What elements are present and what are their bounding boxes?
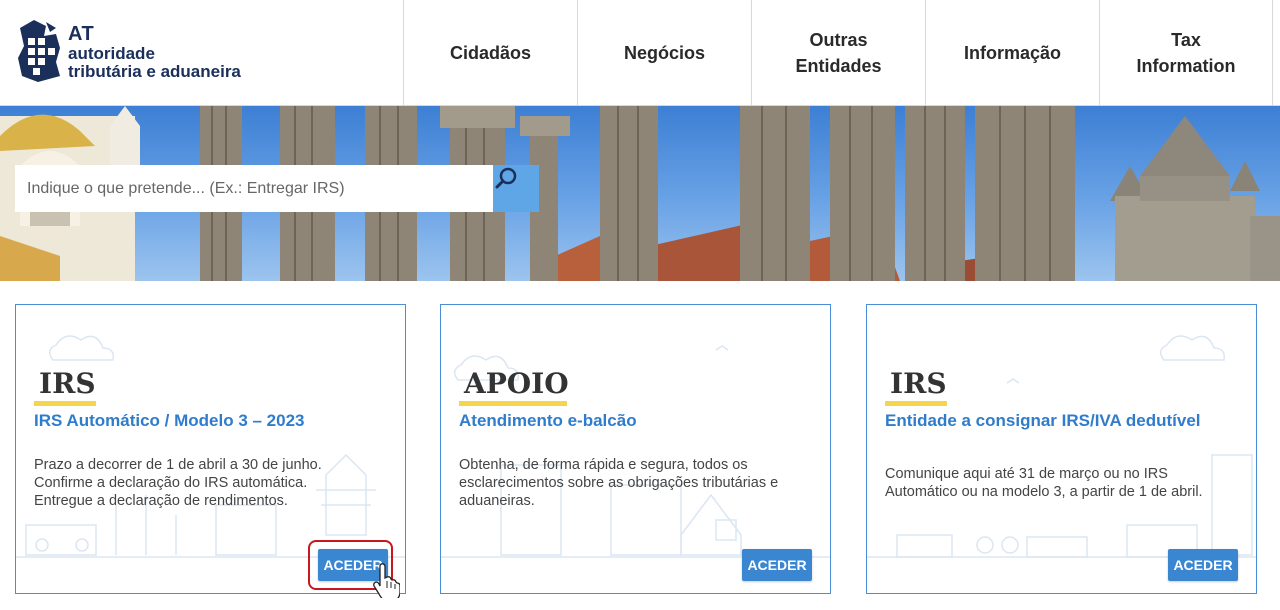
search-icon bbox=[495, 167, 517, 189]
nav-item-label: Tax Information bbox=[1136, 29, 1236, 76]
nav-item-label: Outras Entidades bbox=[795, 29, 882, 76]
hand-cursor-icon bbox=[373, 563, 400, 598]
card-description: Obtenha, de forma rápida e segura, todos… bbox=[459, 457, 779, 510]
card-tag: IRS bbox=[890, 367, 947, 400]
coat-of-arms-icon bbox=[18, 20, 60, 82]
brand-line-2: tributária e aduaneira bbox=[68, 62, 241, 81]
card-title[interactable]: IRS Automático / Modelo 3 – 2023 bbox=[34, 411, 305, 431]
nav-item-tax-information[interactable]: Tax Information bbox=[1099, 0, 1273, 106]
brand-abbr: AT bbox=[68, 23, 95, 45]
card-title[interactable]: Atendimento e-balcão bbox=[459, 411, 637, 431]
search-input[interactable] bbox=[15, 165, 493, 212]
brand-line-1: autoridade bbox=[68, 44, 155, 63]
site-header: AT autoridade tributária e aduaneira Cid… bbox=[0, 0, 1280, 106]
logo[interactable]: AT autoridade tributária e aduaneira bbox=[16, 16, 276, 88]
card-tag: IRS bbox=[39, 367, 96, 400]
main-nav: Cidadãos Negócios Outras Entidades Infor… bbox=[403, 0, 1273, 106]
nav-item-negocios[interactable]: Negócios bbox=[577, 0, 751, 106]
hero-banner bbox=[0, 106, 1280, 281]
aceder-button[interactable]: ACEDER bbox=[1168, 549, 1238, 581]
nav-item-outras-entidades[interactable]: Outras Entidades bbox=[751, 0, 925, 106]
card-description: Comunique aqui até 31 de março ou no IRS… bbox=[885, 466, 1203, 501]
aceder-button[interactable]: ACEDER bbox=[742, 549, 812, 581]
brand-text: AT autoridade tributária e aduaneira bbox=[68, 24, 241, 80]
card-title[interactable]: Entidade a consignar IRS/IVA dedutível bbox=[885, 411, 1201, 431]
card-entidade-consignar: IRS Entidade a consignar IRS/IVA dedutív… bbox=[866, 304, 1257, 594]
card-tag: APOIO bbox=[464, 367, 569, 400]
search-button[interactable] bbox=[493, 165, 539, 212]
tag-underline bbox=[459, 401, 567, 406]
tag-underline bbox=[34, 401, 96, 406]
tag-underline bbox=[885, 401, 947, 406]
nav-item-informacao[interactable]: Informação bbox=[925, 0, 1099, 106]
nav-item-cidadaos[interactable]: Cidadãos bbox=[403, 0, 577, 106]
card-apoio-ebalcao: APOIO Atendimento e-balcão Obtenha, de f… bbox=[440, 304, 831, 594]
card-description: Prazo a decorrer de 1 de abril a 30 de j… bbox=[34, 457, 322, 510]
